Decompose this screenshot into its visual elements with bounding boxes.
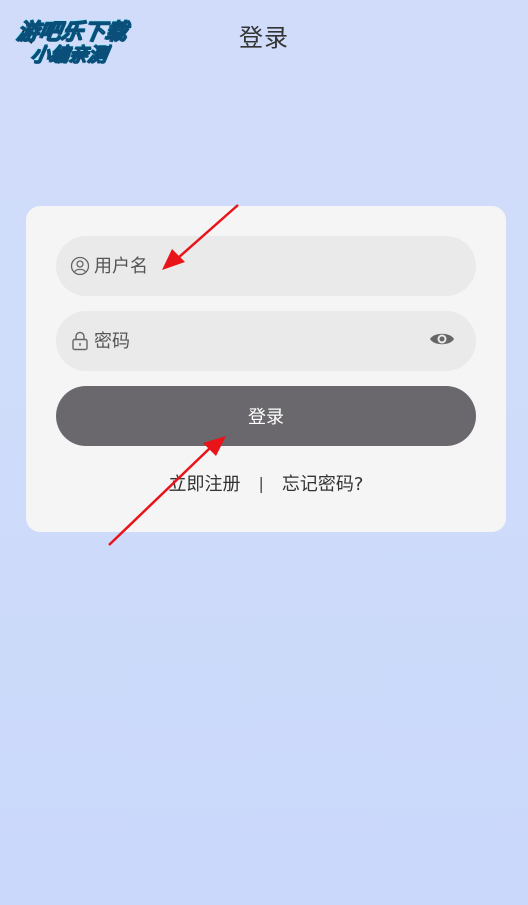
eye-icon (429, 330, 455, 352)
login-card: 登录 立即注册 | 忘记密码? (26, 206, 506, 532)
user-icon (70, 256, 90, 276)
watermark-line-2: 小编亲测 (28, 44, 109, 67)
lock-icon (70, 331, 90, 351)
password-input[interactable] (94, 321, 428, 361)
password-visibility-toggle[interactable] (428, 327, 456, 355)
username-input[interactable] (94, 246, 476, 286)
username-field[interactable] (56, 236, 476, 296)
login-button[interactable]: 登录 (56, 386, 476, 446)
forgot-password-link[interactable]: 忘记密码? (282, 470, 364, 496)
link-separator: | (258, 473, 264, 493)
watermark-logo: 游吧乐下载 小编亲测 (3, 8, 153, 67)
register-link[interactable]: 立即注册 (169, 470, 241, 496)
auth-links: 立即注册 | 忘记密码? (26, 470, 506, 496)
password-field[interactable] (56, 311, 476, 371)
